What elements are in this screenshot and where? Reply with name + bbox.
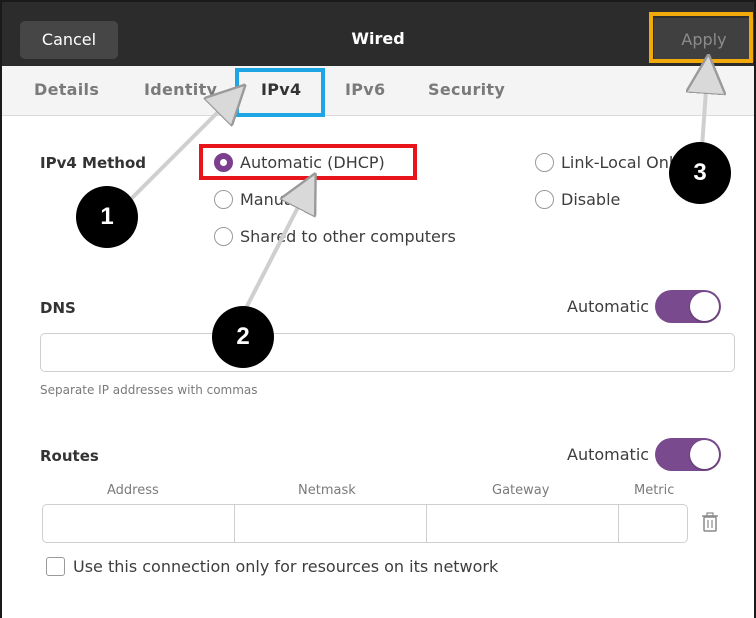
routes-automatic-switch[interactable] bbox=[655, 438, 722, 471]
trash-icon[interactable] bbox=[702, 512, 718, 532]
ipv4-method-label: IPv4 Method bbox=[40, 154, 147, 172]
apply-highlight-box bbox=[649, 12, 753, 63]
tab-security[interactable]: Security bbox=[428, 80, 505, 99]
route-address-input[interactable] bbox=[42, 504, 235, 543]
dns-automatic-row: Automatic bbox=[567, 290, 722, 323]
radio-unchecked-icon bbox=[535, 190, 554, 209]
column-header-address: Address bbox=[107, 483, 159, 498]
radio-unchecked-icon bbox=[214, 190, 233, 209]
route-netmask-input[interactable] bbox=[234, 504, 427, 543]
network-settings-dialog: Cancel Wired Apply Details Identity IPv4… bbox=[0, 0, 756, 618]
dns-input[interactable] bbox=[40, 333, 735, 372]
radio-disable[interactable]: Disable bbox=[535, 190, 620, 209]
use-only-for-resources-checkbox[interactable]: Use this connection only for resources o… bbox=[46, 557, 498, 576]
dns-automatic-switch[interactable] bbox=[655, 290, 722, 323]
dialog-title: Wired bbox=[351, 29, 405, 48]
switch-knob bbox=[690, 440, 720, 469]
checkbox-label: Use this connection only for resources o… bbox=[73, 557, 499, 576]
header-bar: Cancel Wired Apply bbox=[2, 2, 754, 66]
radio-link-local[interactable]: Link-Local Only bbox=[535, 153, 683, 172]
radio-manual[interactable]: Manual bbox=[214, 190, 298, 209]
radio-unchecked-icon bbox=[535, 153, 554, 172]
column-header-gateway: Gateway bbox=[492, 483, 550, 498]
dns-automatic-label: Automatic bbox=[567, 297, 650, 316]
tab-bar: Details Identity IPv4 IPv6 Security bbox=[2, 66, 754, 116]
ipv4-tab-highlight-box bbox=[235, 68, 325, 117]
dhcp-highlight-box bbox=[199, 144, 417, 180]
dns-label: DNS bbox=[40, 299, 76, 317]
route-metric-input[interactable] bbox=[618, 504, 688, 543]
radio-label: Shared to other computers bbox=[240, 227, 456, 246]
switch-knob bbox=[690, 292, 720, 321]
dns-hint: Separate IP addresses with commas bbox=[40, 383, 258, 397]
column-header-netmask: Netmask bbox=[298, 483, 356, 498]
column-header-metric: Metric bbox=[634, 483, 675, 498]
radio-label: Link-Local Only bbox=[561, 153, 683, 172]
checkbox-unchecked-icon bbox=[46, 557, 65, 576]
step-badge-1: 1 bbox=[76, 186, 138, 248]
radio-label: Disable bbox=[561, 190, 621, 209]
tab-ipv6[interactable]: IPv6 bbox=[345, 80, 385, 99]
routes-automatic-row: Automatic bbox=[567, 438, 722, 471]
routes-label: Routes bbox=[40, 447, 99, 465]
radio-label: Manual bbox=[240, 190, 299, 209]
radio-unchecked-icon bbox=[214, 227, 233, 246]
tab-details[interactable]: Details bbox=[34, 80, 99, 99]
step-badge-2: 2 bbox=[212, 306, 274, 368]
route-gateway-input[interactable] bbox=[426, 504, 619, 543]
radio-shared[interactable]: Shared to other computers bbox=[214, 227, 456, 246]
tab-identity[interactable]: Identity bbox=[144, 80, 217, 99]
step-badge-3: 3 bbox=[669, 142, 731, 204]
routes-automatic-label: Automatic bbox=[567, 445, 650, 464]
